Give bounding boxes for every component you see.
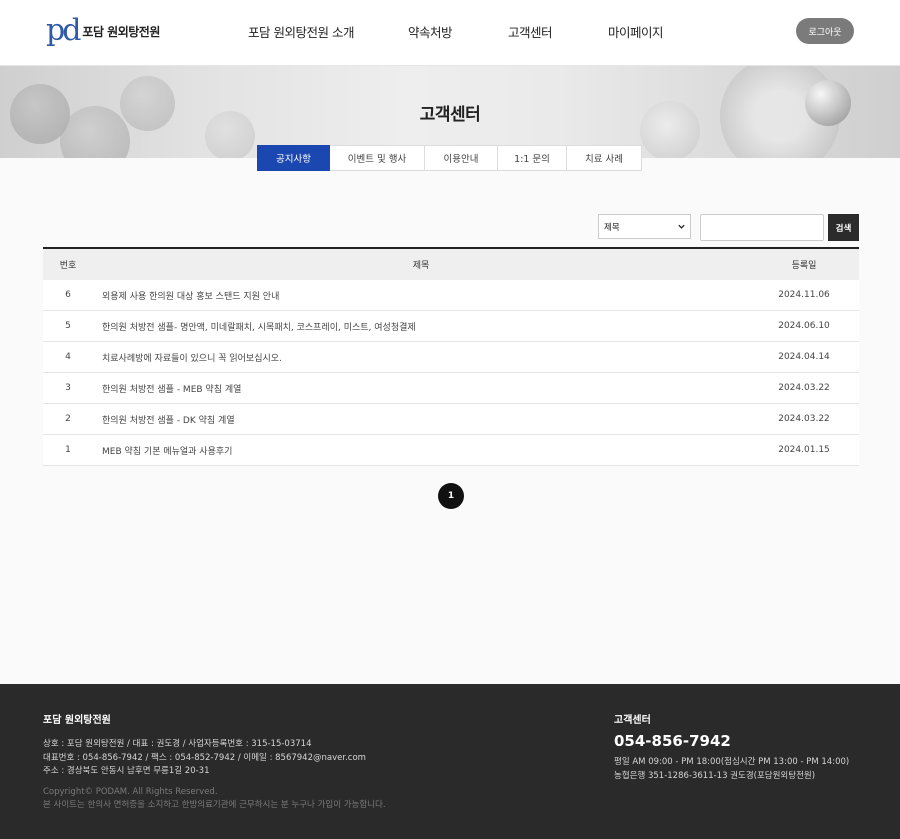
nav-item-prescription[interactable]: 약속처방 [408,22,453,41]
nav-item-mypage[interactable]: 마이페이지 [608,22,664,41]
tab-cases[interactable]: 치료 사례 [567,145,642,171]
table-row[interactable]: 6 외용제 사용 한의원 대상 홍보 스탠드 지원 안내 2024.11.06 [43,280,859,311]
row-no: 4 [65,352,71,362]
main-nav: 포담 원외탕전원 소개 약속처방 고객센터 마이페이지 [0,22,900,42]
table-row[interactable]: 2 한의원 처방전 샘플 - DK 약침 계열 2024.03.22 [43,404,859,435]
tab-inquiry[interactable]: 1:1 문의 [498,145,567,171]
table-header: 번호 제목 등록일 [43,247,859,280]
footer-company-info: 포담 원외탕전원 상호 : 포담 원외탕전원 / 대표 : 권도경 / 사업자등… [43,711,386,812]
row-date: 2024.04.14 [778,352,830,362]
footer-cs-title: 고객센터 [614,715,651,726]
footer-company-name: 포담 원외탕전원 [43,715,111,726]
row-title-link[interactable]: 한의원 처방전 샘플- 명안액, 미네랄패치, 시목패치, 코스프레이, 미스트… [93,320,749,333]
row-date: 2024.03.22 [778,383,830,393]
row-no: 5 [65,321,71,331]
row-title-link[interactable]: 한의원 처방전 샘플 - MEB 약침 계열 [93,382,749,395]
row-no: 1 [65,445,71,455]
pagination-page-current[interactable]: 1 [438,483,464,509]
row-no: 2 [65,414,71,424]
footer-info-line: 대표번호 : 054-856-7942 / 팩스 : 054-852-7942 … [43,752,366,763]
nav-item-about[interactable]: 포담 원외탕전원 소개 [248,22,354,41]
column-header-no: 번호 [59,261,77,271]
footer-copyright: Copyright© PODAM. All Rights Reserved. [43,786,218,797]
row-date: 2024.03.22 [778,414,830,424]
column-header-date: 등록일 [791,261,817,271]
row-title-link[interactable]: 외용제 사용 한의원 대상 홍보 스탠드 지원 안내 [93,289,749,302]
footer-notice: 본 사이트는 한의사 면허증을 소지하고 한방의료기관에 근무하시는 분 누구나… [43,799,386,810]
table-row[interactable]: 1 MEB 약침 기본 메뉴얼과 사용후기 2024.01.15 [43,435,859,466]
row-title-link[interactable]: 치료사례방에 자료들이 있으니 꼭 읽어보십시오. [93,351,749,364]
search-input[interactable] [700,214,824,241]
site-header: pd 포담 원외탕전원 포담 원외탕전원 소개 약속처방 고객센터 마이페이지 … [0,0,900,66]
site-footer: 포담 원외탕전원 상호 : 포담 원외탕전원 / 대표 : 권도경 / 사업자등… [0,684,900,839]
search-button[interactable]: 검색 [828,214,859,241]
table-row[interactable]: 3 한의원 처방전 샘플 - MEB 약침 계열 2024.03.22 [43,373,859,404]
nav-item-customer-center[interactable]: 고객센터 [508,22,553,41]
column-header-title: 제목 [412,261,430,271]
row-date: 2024.06.10 [778,321,830,331]
page-title: 고객센터 [419,105,481,125]
search-select-value: 제목 [604,222,620,233]
table-row[interactable]: 5 한의원 처방전 샘플- 명안액, 미네랄패치, 시목패치, 코스프레이, 미… [43,311,859,342]
row-no: 3 [65,383,71,393]
row-date: 2024.01.15 [778,445,830,455]
footer-cs-hours: 평일 AM 09:00 - PM 18:00(점심시간 PM 13:00 - P… [614,757,850,767]
tab-notice[interactable]: 공지사항 [257,145,330,171]
footer-cs-bank: 농협은행 351-1286-3611-13 권도경(포담원외탕전원) [614,770,816,781]
footer-cs-phone: 054-856-7942 [614,732,731,750]
search-field-select[interactable]: 제목 [598,214,691,239]
footer-info-line: 상호 : 포담 원외탕전원 / 대표 : 권도경 / 사업자등록번호 : 315… [43,739,312,749]
logout-button[interactable]: 로그아웃 [796,18,854,44]
row-title-link[interactable]: 한의원 처방전 샘플 - DK 약침 계열 [93,413,749,426]
row-title-link[interactable]: MEB 약침 기본 메뉴얼과 사용후기 [93,444,749,457]
row-date: 2024.11.06 [778,290,830,300]
chevron-down-icon [678,224,685,229]
footer-customer-center: 고객센터 054-856-7942 평일 AM 09:00 - PM 18:00… [614,711,849,783]
tab-guide[interactable]: 이용안내 [425,145,498,171]
footer-info-line: 주소 : 경상북도 안동시 남후면 무릉1길 20-31 [43,766,210,776]
table-row[interactable]: 4 치료사례방에 자료들이 있으니 꼭 읽어보십시오. 2024.04.14 [43,342,859,373]
notice-table: 번호 제목 등록일 6 외용제 사용 한의원 대상 홍보 스탠드 지원 안내 2… [43,247,859,466]
row-no: 6 [65,290,71,300]
tab-events[interactable]: 이벤트 및 행사 [330,145,425,171]
sub-tabs: 공지사항 이벤트 및 행사 이용안내 1:1 문의 치료 사례 [257,145,642,171]
